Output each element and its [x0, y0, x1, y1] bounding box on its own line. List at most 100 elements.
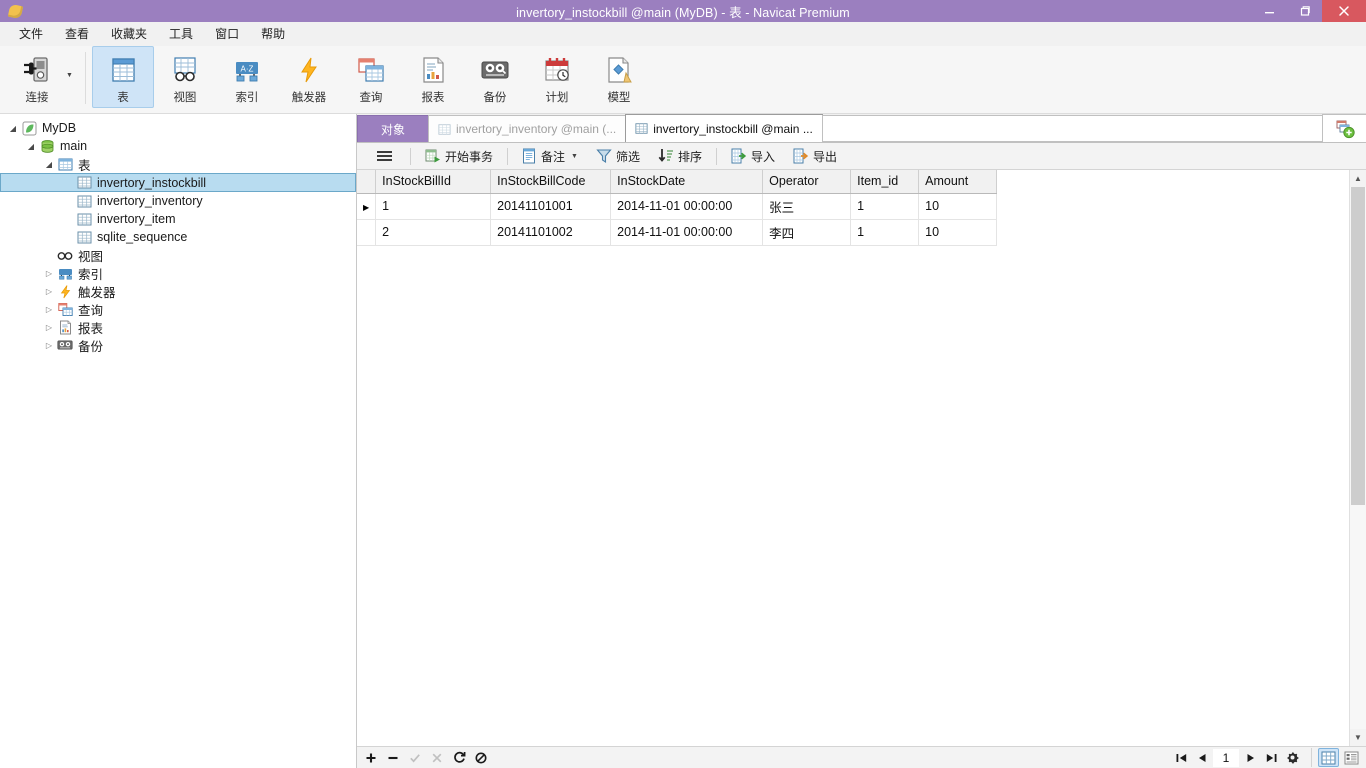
next-page-icon[interactable] — [1240, 749, 1260, 767]
table-row[interactable]: 2 20141101002 2014-11-01 00:00:00 李四 1 1… — [357, 219, 998, 246]
tree-item-queries[interactable]: ▷ 查询 — [0, 300, 356, 318]
chevron-down-icon[interactable]: ▼ — [66, 72, 79, 79]
import-label: 导入 — [751, 149, 776, 164]
toolbar-model-button[interactable]: 模型 — [588, 46, 650, 108]
chevron-collapsed-icon[interactable]: ▷ — [42, 287, 56, 296]
tree-item-invertory-inventory[interactable]: invertory_inventory — [0, 192, 356, 210]
tree-item-sqlite-sequence[interactable]: sqlite_sequence — [0, 228, 356, 246]
tree-item-invertory-instockbill[interactable]: invertory_instockbill — [0, 173, 356, 192]
data-grid[interactable]: InStockBillId InStockBillCode InStockDat… — [357, 170, 1349, 746]
tree-item-backups[interactable]: ▷ 备份 — [0, 336, 356, 354]
tree-item-invertory-item[interactable]: invertory_item — [0, 210, 356, 228]
begin-transaction-button[interactable]: 开始事务 — [417, 145, 501, 167]
export-button[interactable]: 导出 — [785, 145, 845, 167]
cell-operator[interactable]: 张三 — [762, 193, 852, 220]
menu-help[interactable]: 帮助 — [250, 25, 296, 43]
refresh-icon[interactable] — [449, 749, 469, 767]
toolbar-trigger-button[interactable]: 触发器 — [278, 46, 340, 108]
cell-instockdate[interactable]: 2014-11-01 00:00:00 — [610, 219, 764, 246]
hamburger-menu-icon[interactable] — [365, 145, 404, 167]
cell-item-id[interactable]: 1 — [850, 193, 920, 220]
chevron-down-icon[interactable]: ▼ — [571, 153, 578, 160]
report-chart-icon — [418, 53, 448, 87]
grid-view-icon[interactable] — [1318, 748, 1339, 767]
cell-amount[interactable]: 10 — [918, 193, 998, 220]
tree-item-triggers[interactable]: ▷ 触发器 — [0, 282, 356, 300]
maximize-button[interactable] — [1287, 0, 1322, 22]
toolbar-index-button[interactable]: A·Z 索引 — [216, 46, 278, 108]
cell-amount[interactable]: 10 — [918, 219, 998, 246]
first-page-icon[interactable] — [1171, 749, 1191, 767]
close-button[interactable] — [1322, 0, 1366, 22]
scroll-down-icon[interactable]: ▼ — [1350, 729, 1366, 746]
stop-icon[interactable] — [471, 749, 491, 767]
column-header-instockbillid[interactable]: InStockBillId — [375, 170, 492, 194]
tab-objects[interactable]: 对象 — [357, 115, 429, 142]
toolbar-connect-button[interactable]: 连接 — [6, 46, 68, 108]
cell-instockdate[interactable]: 2014-11-01 00:00:00 — [610, 193, 764, 220]
chevron-collapsed-icon[interactable]: ▷ — [42, 341, 56, 350]
chevron-expanded-icon[interactable]: ◢ — [42, 160, 56, 169]
table-row[interactable]: ▶ 1 20141101001 2014-11-01 00:00:00 张三 1… — [357, 193, 998, 220]
result-table: InStockBillId InStockBillCode InStockDat… — [357, 170, 998, 246]
toolbar-view-button[interactable]: 视图 — [154, 46, 216, 108]
tree-item-indexes[interactable]: ▷ 索引 — [0, 264, 356, 282]
menu-tools[interactable]: 工具 — [158, 25, 204, 43]
menu-file[interactable]: 文件 — [8, 25, 54, 43]
cell-instockbillcode[interactable]: 20141101002 — [490, 219, 612, 246]
menu-window[interactable]: 窗口 — [204, 25, 250, 43]
tree-item-views[interactable]: 视图 — [0, 246, 356, 264]
note-button[interactable]: 备注 ▼ — [514, 145, 586, 167]
toolbar-report-button[interactable]: 报表 — [402, 46, 464, 108]
tree-item-reports[interactable]: ▷ 报表 — [0, 318, 356, 336]
sort-button[interactable]: 排序 — [650, 145, 710, 167]
scrollbar-track[interactable] — [1350, 187, 1366, 729]
column-header-operator[interactable]: Operator — [762, 170, 852, 194]
column-header-item-id[interactable]: Item_id — [850, 170, 920, 194]
import-button[interactable]: 导入 — [723, 145, 783, 167]
scroll-up-icon[interactable]: ▲ — [1350, 170, 1366, 187]
minimize-button[interactable] — [1252, 0, 1287, 22]
chevron-expanded-icon[interactable]: ◢ — [24, 142, 38, 151]
toolbar-query-label: 查询 — [359, 92, 383, 104]
cell-instockbillid[interactable]: 2 — [375, 219, 492, 246]
tree-item-main[interactable]: ◢ main — [0, 137, 356, 155]
column-header-instockdate[interactable]: InStockDate — [610, 170, 764, 194]
new-query-plus-icon[interactable] — [1322, 114, 1366, 142]
toolbar-table-button[interactable]: 表 — [91, 46, 154, 108]
chevron-collapsed-icon[interactable]: ▷ — [42, 305, 56, 314]
tree-item-tables-folder[interactable]: ◢ 表 — [0, 155, 356, 173]
tab-invertory-inventory[interactable]: invertory_inventory @main (... — [428, 115, 627, 142]
window-controls — [1252, 0, 1366, 22]
index-icon — [56, 266, 74, 281]
vertical-scrollbar[interactable]: ▲ ▼ — [1349, 170, 1366, 746]
page-number-input[interactable]: 1 — [1213, 748, 1239, 767]
last-page-icon[interactable] — [1261, 749, 1281, 767]
menu-favorites[interactable]: 收藏夹 — [100, 25, 158, 43]
toolbar-backup-button[interactable]: 备份 — [464, 46, 526, 108]
prev-page-icon[interactable] — [1192, 749, 1212, 767]
cell-item-id[interactable]: 1 — [850, 219, 920, 246]
column-header-instockbillcode[interactable]: InStockBillCode — [490, 170, 612, 194]
menu-view[interactable]: 查看 — [54, 25, 100, 43]
row-indicator — [357, 219, 377, 246]
add-record-icon[interactable] — [361, 749, 381, 767]
column-header-amount[interactable]: Amount — [918, 170, 998, 194]
chevron-collapsed-icon[interactable]: ▷ — [42, 323, 56, 332]
toolbar-schedule-button[interactable]: 计划 — [526, 46, 588, 108]
cell-instockbillid[interactable]: 1 — [375, 193, 492, 220]
filter-button[interactable]: 筛选 — [588, 145, 648, 167]
cell-operator[interactable]: 李四 — [762, 219, 852, 246]
chevron-collapsed-icon[interactable]: ▷ — [42, 269, 56, 278]
form-view-icon[interactable] — [1341, 748, 1362, 767]
scrollbar-thumb[interactable] — [1351, 187, 1365, 505]
chevron-expanded-icon[interactable]: ◢ — [6, 124, 20, 133]
toolbar-query-button[interactable]: 查询 — [340, 46, 402, 108]
tab-bar-filler — [821, 115, 1322, 142]
tab-invertory-instockbill[interactable]: invertory_instockbill @main ... — [625, 114, 823, 142]
delete-record-icon[interactable] — [383, 749, 403, 767]
cell-instockbillcode[interactable]: 20141101001 — [490, 193, 612, 220]
gear-icon[interactable] — [1282, 749, 1302, 767]
tree-item-mydb[interactable]: ◢ MyDB — [0, 119, 356, 137]
export-label: 导出 — [813, 149, 838, 164]
